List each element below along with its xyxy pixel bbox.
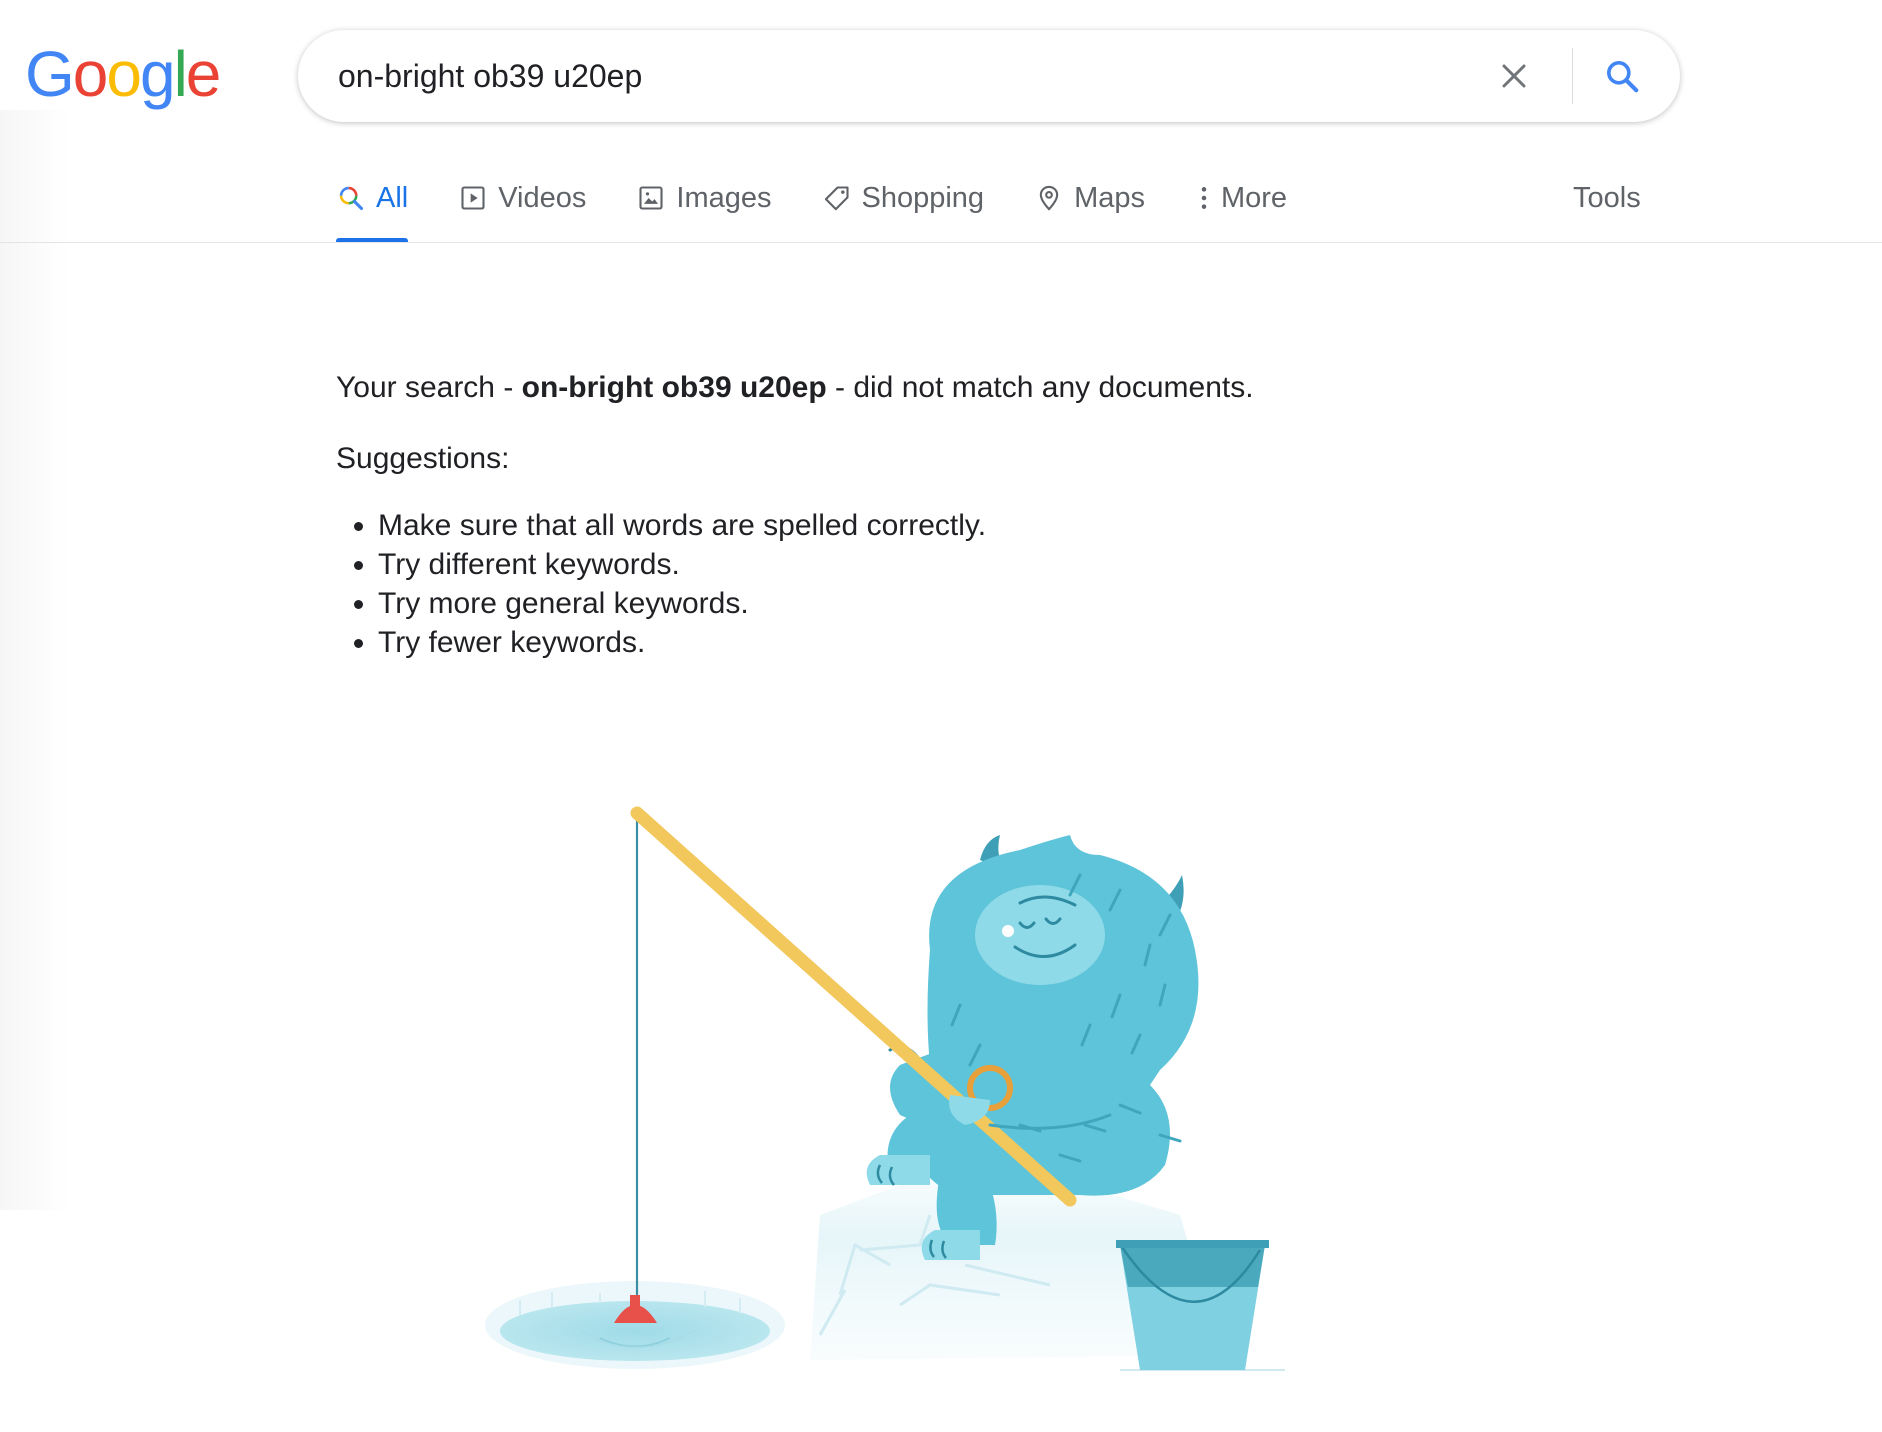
google-logo[interactable]: Google [25,38,222,110]
search-input[interactable] [338,30,1438,122]
tag-icon [822,183,852,213]
search-tabs: All Videos Images Shopping Maps More [336,170,1337,244]
tab-more[interactable]: More [1195,170,1287,226]
search-results-page: Google on-bright ob39 u20ep All Videos I… [0,0,1882,1432]
suggestion-item: Try different keywords. [378,545,1436,584]
image-icon [636,183,666,213]
no-match-suffix: - did not match any documents. [826,371,1254,404]
logo-letter: g [139,38,176,110]
logo-letter: o [72,38,109,110]
suggestions-title: Suggestions: [336,442,510,475]
suggestion-item: Try more general keywords. [378,584,1436,623]
header-divider [0,242,1882,243]
left-edge-shadow [0,110,70,1210]
tab-label: Maps [1074,181,1145,214]
map-pin-icon [1034,183,1064,213]
no-match-query: on-bright ob39 u20ep [521,371,827,404]
no-match-prefix: Your search - [336,371,522,404]
tab-label: More [1220,181,1288,214]
more-vert-icon [1195,183,1213,213]
tab-videos[interactable]: Videos [458,170,586,226]
tab-maps[interactable]: Maps [1034,170,1145,226]
tools-button[interactable]: Tools [1573,170,1641,226]
suggestion-item: Make sure that all words are spelled cor… [378,506,1436,545]
play-icon [458,183,488,213]
tab-images[interactable]: Images [636,170,772,226]
close-icon [1502,64,1526,88]
tab-all[interactable]: All [336,170,409,243]
no-results-message: Your search - on-bright ob39 u20ep - did… [336,368,1436,662]
logo-letter: e [185,38,222,110]
bucket [1116,1240,1269,1370]
search-icon [1607,61,1639,93]
fishing-monster-illustration [485,806,1285,1371]
search-box [298,30,1680,122]
logo-letter: l [173,38,188,110]
ice-hole [485,1281,785,1369]
clear-search-button[interactable] [1492,54,1536,98]
tab-label: Images [676,181,772,214]
suggestion-item: Try fewer keywords. [378,623,1436,662]
tab-label: All [376,181,409,214]
logo-letter: G [25,38,75,110]
tab-label: Videos [498,181,587,214]
tools-label: Tools [1573,181,1641,214]
search-button[interactable] [1598,52,1646,100]
no-match-text: Your search - on-bright ob39 u20ep - did… [336,368,1436,407]
logo-letter: o [106,38,142,110]
tab-label: Shopping [861,181,985,214]
suggestions-list: Make sure that all words are spelled cor… [336,506,1436,662]
search-multicolor-icon [336,183,366,213]
tab-shopping[interactable]: Shopping [822,170,985,226]
searchbox-divider [1572,48,1573,104]
